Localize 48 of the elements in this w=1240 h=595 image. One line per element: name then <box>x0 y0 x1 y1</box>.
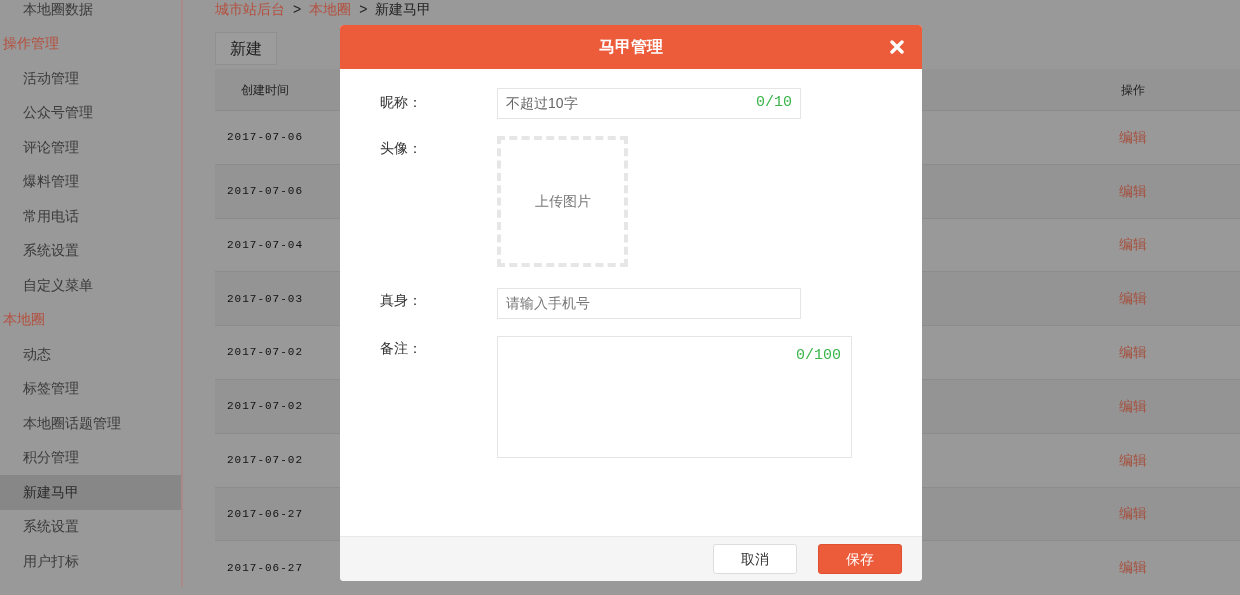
save-button[interactable]: 保存 <box>818 544 902 574</box>
sidebar-item[interactable]: 积分管理 <box>0 440 181 475</box>
modal-title: 马甲管理 <box>599 37 663 57</box>
table-cell-text: 2017-07-03 <box>226 291 304 307</box>
new-button[interactable]: 新建 <box>215 32 277 65</box>
table-cell-text: 2017-07-04 <box>226 237 304 253</box>
table-cell-text: 2017-06-27 <box>226 560 304 576</box>
table-cell-text: 2017-07-06 <box>226 130 304 146</box>
character-counter: 0/10 <box>756 93 792 114</box>
remark-field[interactable]: 0/100 <box>497 336 852 458</box>
sidebar-item[interactable]: 新建马甲 <box>0 475 181 510</box>
column-header: 操作 <box>1120 81 1146 99</box>
table-cell-text: 2017-07-06 <box>226 183 304 199</box>
field-label: 真身： <box>380 291 423 310</box>
sidebar-item[interactable]: 自定义菜单 <box>0 268 181 303</box>
nickname-field[interactable]: 不超过10字 0/10 <box>497 88 801 119</box>
sidebar-item[interactable]: 用户打标 <box>0 544 181 579</box>
character-counter: 0/100 <box>796 346 841 363</box>
breadcrumb-separator: > <box>359 0 368 19</box>
sidebar-item[interactable]: 活动管理 <box>0 61 181 96</box>
text-input[interactable]: 不超过10字 <box>506 93 756 114</box>
field-label: 昵称： <box>380 93 423 112</box>
sidebar-item[interactable]: 标签管理 <box>0 371 181 406</box>
sidebar-item[interactable]: 系统设置 <box>0 509 181 544</box>
sidebar-section-title: 操作管理 <box>2 34 60 54</box>
field-label: 备注： <box>380 339 423 358</box>
sidebar-item[interactable]: 评论管理 <box>0 130 181 165</box>
breadcrumb-separator: > <box>293 0 302 19</box>
column-header: 创建时间 <box>240 81 290 99</box>
table-cell-text: 2017-06-27 <box>226 506 304 522</box>
table-cell-text: 2017-07-02 <box>226 452 304 468</box>
sidebar-item[interactable]: 公众号管理 <box>0 95 181 130</box>
table-cell-text: 2017-07-02 <box>226 345 304 361</box>
field-label: 头像： <box>380 139 423 158</box>
sidebar-item[interactable]: 本地圈数据 <box>0 0 181 27</box>
breadcrumb-current: 新建马甲 <box>375 0 432 19</box>
text-input[interactable]: 请输入手机号 <box>506 293 792 314</box>
sidebar-item[interactable]: 动态 <box>0 337 181 372</box>
phone-field[interactable]: 请输入手机号 <box>497 288 801 319</box>
sidebar-item[interactable]: 本地圈话题管理 <box>0 406 181 441</box>
table-cell-text: 2017-07-02 <box>226 399 304 415</box>
sidebar-section-title: 本地圈 <box>2 310 46 330</box>
cancel-button[interactable]: 取消 <box>713 544 797 574</box>
sidebar-item[interactable]: 系统设置 <box>0 233 181 268</box>
sidebar-item[interactable]: 爆料管理 <box>0 164 181 199</box>
sidebar-item[interactable]: 常用电话 <box>0 199 181 234</box>
close-icon[interactable] <box>890 40 904 54</box>
image-upload-box[interactable]: 上传图片 <box>497 136 628 267</box>
